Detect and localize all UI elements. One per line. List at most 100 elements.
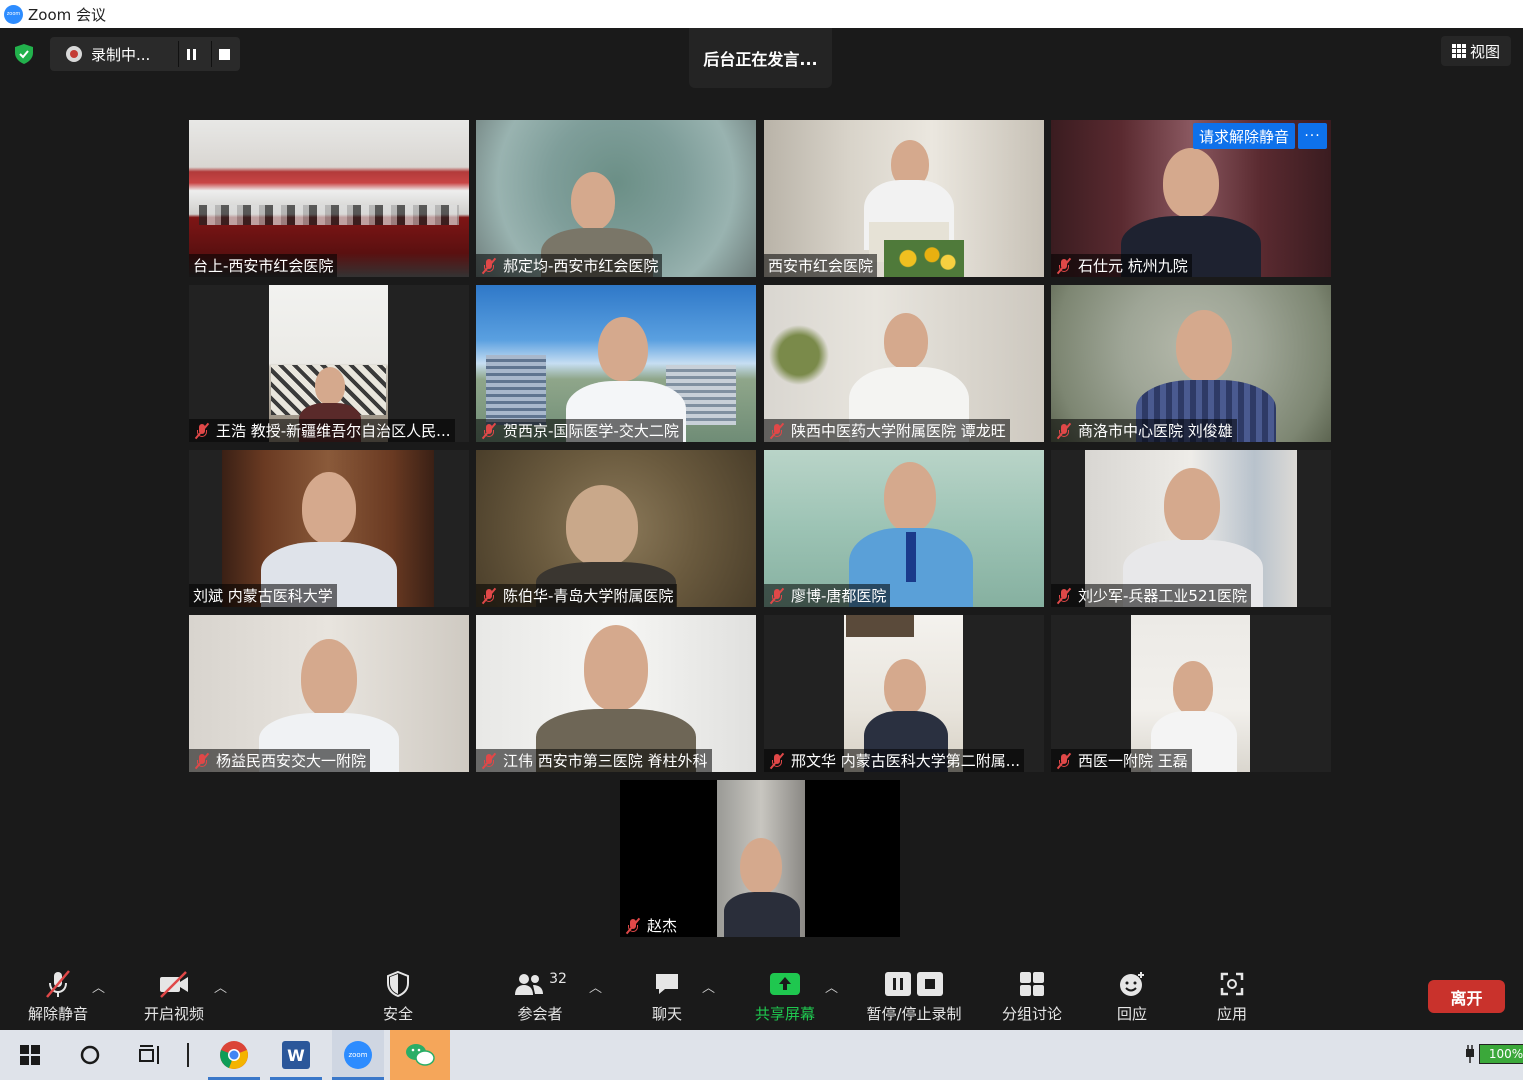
share-options-chevron-icon[interactable]: ︿	[825, 977, 838, 996]
participant-name-bar: 西医一附院 王磊	[1051, 749, 1192, 772]
wechat-icon	[406, 1044, 435, 1066]
more-options-button[interactable]: ···	[1298, 123, 1327, 149]
participant-name: 刘少军-兵器工业521医院	[1078, 587, 1248, 605]
participant-name: 西医一附院 王磊	[1078, 752, 1188, 770]
participant-count: 32	[549, 971, 567, 987]
taskbar-divider	[180, 1030, 196, 1080]
security-label: 安全	[382, 1005, 413, 1023]
participant-tile[interactable]: 赵杰	[620, 780, 900, 937]
participant-tile[interactable]: 邢文华 内蒙古医科大学第二附属...	[764, 615, 1044, 772]
participant-name-bar: 刘少军-兵器工业521医院	[1051, 584, 1252, 607]
participant-face	[315, 367, 345, 405]
chrome-icon	[220, 1041, 248, 1069]
muted-mic-icon	[193, 752, 211, 770]
participants-button[interactable]: 32 参会者	[500, 967, 580, 1027]
participant-tile[interactable]: 杨益民西安交大一附院	[189, 615, 469, 772]
participant-name-bar: 台上-西安市红会医院	[189, 254, 338, 277]
unmute-button[interactable]: 解除静音	[20, 967, 96, 1027]
recording-indicator: 录制中...	[50, 37, 240, 71]
muted-mic-icon	[1055, 257, 1073, 275]
task-view-button[interactable]	[128, 1030, 172, 1080]
participant-face	[598, 317, 648, 381]
participant-face	[1164, 468, 1220, 542]
participant-tile[interactable]: 刘斌 内蒙古医科大学	[189, 450, 469, 607]
participant-tile[interactable]: 请求解除静音 ··· 石仕元 杭州九院	[1051, 120, 1331, 277]
muted-mic-icon	[1055, 422, 1073, 440]
request-unmute-button[interactable]: 请求解除静音	[1192, 123, 1295, 149]
battery-indicator[interactable]: 100%	[1463, 1044, 1523, 1064]
participant-tile[interactable]: 刘少军-兵器工业521医院	[1051, 450, 1331, 607]
participant-body	[724, 892, 800, 937]
muted-mic-icon	[43, 967, 73, 1001]
participant-tile[interactable]: 廖博-唐都医院	[764, 450, 1044, 607]
start-button[interactable]	[8, 1030, 52, 1080]
pause-recording-button[interactable]	[178, 41, 204, 67]
chat-label: 聊天	[651, 1005, 682, 1023]
participant-name: 石仕元 杭州九院	[1078, 257, 1188, 275]
participant-name: 商洛市中心医院 刘俊雄	[1078, 422, 1233, 440]
participant-name-bar: 刘斌 内蒙古医科大学	[189, 584, 337, 607]
word-icon: W	[282, 1041, 310, 1069]
participant-tile[interactable]: 江伟 西安市第三医院 脊柱外科	[476, 615, 756, 772]
participant-tile[interactable]: 商洛市中心医院 刘俊雄	[1051, 285, 1331, 442]
share-screen-button[interactable]: 共享屏幕	[748, 967, 822, 1027]
chat-options-chevron-icon[interactable]: ︿	[702, 977, 715, 996]
muted-mic-icon	[480, 257, 498, 275]
breakout-rooms-label: 分组讨论	[1001, 1005, 1062, 1023]
participant-name: 廖博-唐都医院	[791, 587, 887, 605]
participant-name: 陈伯华-青岛大学附属医院	[503, 587, 674, 605]
participant-name: 西安市红会医院	[768, 257, 874, 275]
search-button[interactable]	[68, 1030, 112, 1080]
windows-logo-icon	[20, 1045, 40, 1065]
participant-tile[interactable]: 陕西中医药大学附属医院 谭龙旺	[764, 285, 1044, 442]
reactions-button[interactable]: 回应	[1108, 967, 1156, 1027]
apps-icon	[1219, 967, 1245, 1001]
participant-name: 赵杰	[647, 917, 678, 935]
share-screen-label: 共享屏幕	[754, 1005, 815, 1023]
participant-name-bar: 商洛市中心医院 刘俊雄	[1051, 419, 1237, 442]
participant-face	[884, 659, 926, 715]
participant-face	[884, 313, 928, 369]
muted-mic-icon	[193, 422, 211, 440]
breakout-rooms-button[interactable]: 分组讨论	[994, 967, 1070, 1027]
participant-name-bar: 王浩 教授-新疆维吾尔自治区人民...	[189, 419, 455, 442]
chat-bubble-icon	[653, 967, 681, 1001]
stop-recording-button[interactable]	[211, 41, 237, 67]
pause-stop-recording-button[interactable]: 暂停/停止录制	[858, 967, 970, 1027]
security-button[interactable]: 安全	[372, 967, 424, 1027]
taskbar-wechat[interactable]	[390, 1030, 450, 1080]
taskbar-chrome[interactable]	[208, 1030, 260, 1080]
zoom-logo-icon: zoom	[4, 4, 23, 24]
participant-tile[interactable]: 贺西京-国际医学-交大二院	[476, 285, 756, 442]
video-options-chevron-icon[interactable]: ︿	[214, 977, 227, 996]
participant-tile[interactable]: 陈伯华-青岛大学附属医院	[476, 450, 756, 607]
participant-tile[interactable]: 郝定均-西安市红会医院	[476, 120, 756, 277]
participant-name: 王浩 教授-新疆维吾尔自治区人民...	[216, 422, 451, 440]
participant-face	[884, 462, 936, 532]
power-plug-icon	[1466, 1045, 1474, 1063]
participant-name: 江伟 西安市第三医院 脊柱外科	[503, 752, 708, 770]
leave-meeting-button[interactable]: 离开	[1428, 980, 1505, 1013]
participant-face	[301, 639, 357, 717]
muted-mic-icon	[480, 422, 498, 440]
start-video-button[interactable]: 开启视频	[136, 967, 212, 1027]
apps-button[interactable]: 应用	[1208, 967, 1256, 1027]
participant-name-bar: 郝定均-西安市红会医院	[476, 254, 663, 277]
view-button[interactable]: 视图	[1441, 36, 1511, 66]
participant-tile[interactable]: 西安市红会医院	[764, 120, 1044, 277]
chat-button[interactable]: 聊天	[641, 967, 693, 1027]
taskbar-word[interactable]: W	[270, 1030, 322, 1080]
participant-tile[interactable]: 西医一附院 王磊	[1051, 615, 1331, 772]
participant-tile[interactable]: 台上-西安市红会医院	[189, 120, 469, 277]
speaking-banner: 后台正在发言...	[689, 28, 832, 88]
participant-name-bar: 陈伯华-青岛大学附属医院	[476, 584, 678, 607]
participant-tile[interactable]: 王浩 教授-新疆维吾尔自治区人民...	[189, 285, 469, 442]
participants-options-chevron-icon[interactable]: ︿	[589, 977, 602, 996]
taskbar-zoom[interactable]: zoom	[332, 1030, 384, 1080]
view-label: 视图	[1469, 42, 1500, 61]
participant-name-bar: 廖博-唐都医院	[764, 584, 891, 607]
muted-mic-icon	[624, 917, 642, 935]
encryption-shield-icon[interactable]	[12, 42, 36, 66]
pause-icon	[187, 48, 196, 60]
audio-options-chevron-icon[interactable]: ︿	[92, 977, 105, 996]
